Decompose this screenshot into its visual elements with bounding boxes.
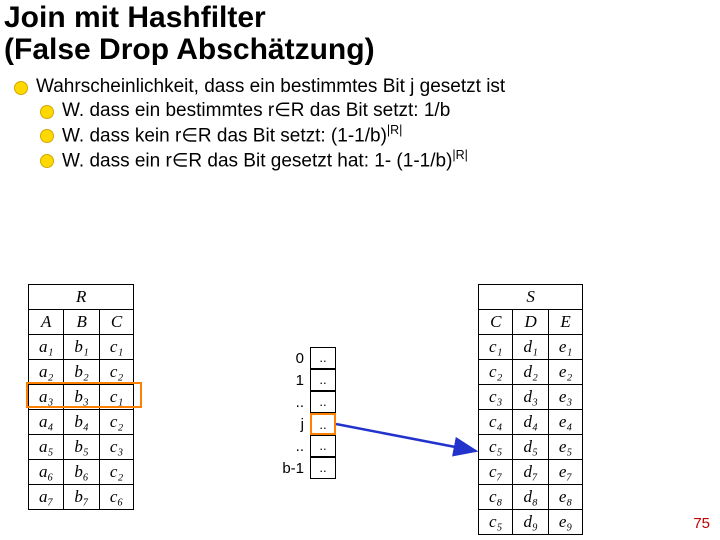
- bitvec-label: b-1: [278, 458, 310, 480]
- table-row: c₅d₅e₅: [479, 435, 583, 460]
- bullet-sub3-text: W. dass ein r∈R das Bit gesetzt hat: 1- …: [62, 148, 468, 173]
- title-line2: (False Drop Abschätzung): [4, 33, 375, 66]
- title-line1: Join mit Hashfilter: [4, 1, 266, 34]
- diagram-area: R A B C a₁b₁c₁ a₂b₂c₂ a₃b₃c₁ a₄b₄c₂ a₅b₅…: [0, 284, 720, 524]
- table-row: a₅b₅c₃: [29, 435, 134, 460]
- bitvec-cell: ..: [310, 391, 336, 413]
- bitvec-cell: ..: [310, 347, 336, 369]
- table-s-name: S: [479, 285, 583, 310]
- table-row: a₄b₄c₂: [29, 410, 134, 435]
- bullet-icon: [40, 129, 54, 143]
- table-row: c₃d₃e₃: [479, 385, 583, 410]
- table-row: c₂d₂e₂: [479, 360, 583, 385]
- bitvec-cell: ..: [310, 435, 336, 457]
- table-row: a₁b₁c₁: [29, 335, 134, 360]
- bit-vector: 0.. 1.. .... j.. .... b-1..: [278, 348, 336, 480]
- bullet-icon: [40, 154, 54, 168]
- table-row: a₇b₇c₆: [29, 485, 134, 510]
- bitvec-cell-j: ..: [310, 413, 336, 435]
- bullet-sub3: W. dass ein r∈R das Bit gesetzt hat: 1- …: [14, 148, 720, 173]
- bitvec-label-j: j: [278, 414, 310, 436]
- table-r-name: R: [29, 285, 134, 310]
- table-s-header: C D E: [479, 310, 583, 335]
- bullet-sub1: W. dass ein bestimmtes r∈R das Bit setzt…: [14, 99, 720, 123]
- bitvec-cell: ..: [310, 369, 336, 391]
- bullet-sub2: W. dass kein r∈R das Bit setzt: (1-1/b)|…: [14, 123, 720, 148]
- bitvec-label: 1: [278, 370, 310, 392]
- bullet-sub1-text: W. dass ein bestimmtes r∈R das Bit setzt…: [62, 99, 450, 123]
- table-row: c₈d₈e₈: [479, 485, 583, 510]
- bitvec-label: ..: [278, 392, 310, 414]
- table-row: c₇d₇e₇: [479, 460, 583, 485]
- table-row: a₆b₆c₂: [29, 460, 134, 485]
- table-row: c₄d₄e₄: [479, 410, 583, 435]
- bullet-main: Wahrscheinlichkeit, dass ein bestimmtes …: [14, 75, 720, 99]
- bitvec-cell: ..: [310, 457, 336, 479]
- bullet-icon: [14, 81, 28, 95]
- table-r-header: A B C: [29, 310, 134, 335]
- bullet-main-text: Wahrscheinlichkeit, dass ein bestimmtes …: [36, 75, 505, 99]
- bitvec-label: ..: [278, 436, 310, 458]
- bitvec-label: 0: [278, 348, 310, 370]
- bullet-sub2-text: W. dass kein r∈R das Bit setzt: (1-1/b)|…: [62, 123, 402, 148]
- table-row: c₅d₉e₉: [479, 510, 583, 535]
- table-row: a₃b₃c₁: [29, 385, 134, 410]
- page-number: 75: [693, 515, 710, 532]
- bullet-list: Wahrscheinlichkeit, dass ein bestimmtes …: [0, 71, 720, 173]
- table-s: S C D E c₁d₁e₁ c₂d₂e₂ c₃d₃e₃ c₄d₄e₄ c₅d₅…: [478, 284, 583, 535]
- table-row: c₁d₁e₁: [479, 335, 583, 360]
- bullet-icon: [40, 105, 54, 119]
- table-row: a₂b₂c₂: [29, 360, 134, 385]
- table-r: R A B C a₁b₁c₁ a₂b₂c₂ a₃b₃c₁ a₄b₄c₂ a₅b₅…: [28, 284, 134, 510]
